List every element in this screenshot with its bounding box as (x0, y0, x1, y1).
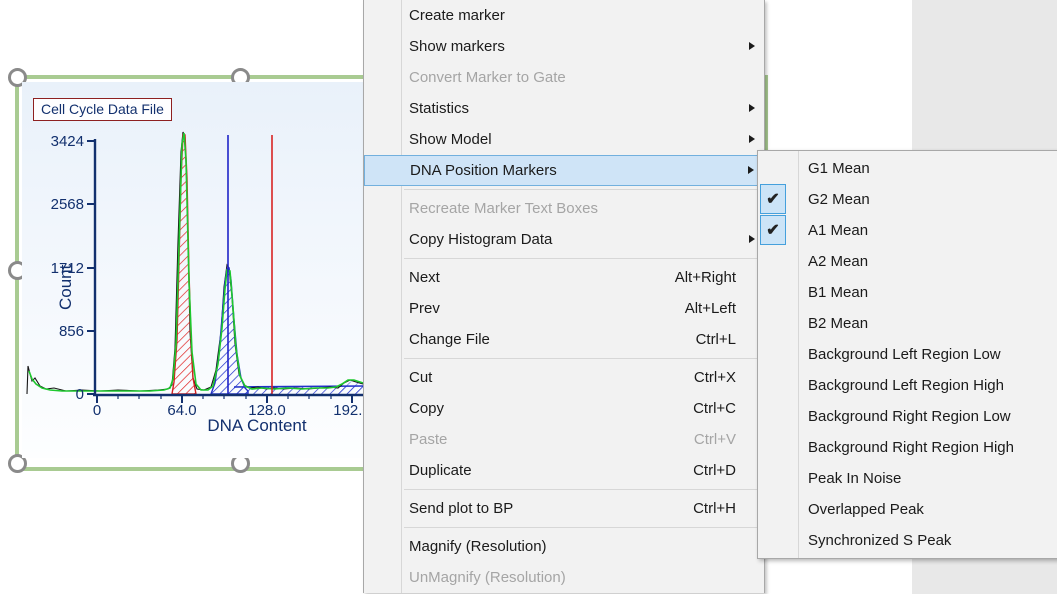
menu-item-show-markers[interactable]: Show markers (364, 31, 764, 62)
menu-item-copy[interactable]: CopyCtrl+C (364, 393, 764, 424)
menu-item-convert-marker-to-gate: Convert Marker to Gate (364, 62, 764, 93)
submenu-item-g1-mean[interactable]: G1 Mean (758, 153, 1057, 184)
x-tick-0: 0 (93, 402, 101, 419)
plot-title: Cell Cycle Data File (33, 98, 172, 121)
menu-separator (364, 486, 764, 493)
menu-item-send-plot-to-bp[interactable]: Send plot to BPCtrl+H (364, 493, 764, 524)
menu-item-duplicate[interactable]: DuplicateCtrl+D (364, 455, 764, 486)
submenu-item-b1-mean[interactable]: B1 Mean (758, 277, 1057, 308)
submenu-item-peak-in-noise[interactable]: Peak In Noise (758, 463, 1057, 494)
shortcut-label: Ctrl+X (694, 369, 736, 386)
shortcut-label: Ctrl+H (693, 500, 736, 517)
submenu-item-background-left-region-high[interactable]: Background Left Region High (758, 370, 1057, 401)
menu-item-recreate-marker-text-boxes: Recreate Marker Text Boxes (364, 193, 764, 224)
menu-item-magnify-resolution[interactable]: Magnify (Resolution) (364, 531, 764, 562)
menu-separator (364, 355, 764, 362)
shortcut-label: Ctrl+V (694, 431, 736, 448)
y-tick-856: 856 (38, 323, 84, 340)
menu-item-create-marker[interactable]: Create marker (364, 0, 764, 31)
app-canvas: Cell Cycle Data File Count DNA Content 3… (0, 0, 1057, 594)
y-tick-0: 0 (38, 386, 84, 403)
shortcut-label: Alt+Right (675, 269, 736, 286)
menu-item-next[interactable]: NextAlt+Right (364, 262, 764, 293)
x-tick-64: 64.0 (167, 402, 196, 419)
menu-item-copy-histogram-data[interactable]: Copy Histogram Data (364, 224, 764, 255)
menu-item-paste: PasteCtrl+V (364, 424, 764, 455)
checkmark-icon: ✔ (760, 184, 786, 214)
menu-item-cut[interactable]: CutCtrl+X (364, 362, 764, 393)
menu-item-show-model[interactable]: Show Model (364, 124, 764, 155)
submenu-item-a1-mean[interactable]: ✔A1 Mean (758, 215, 1057, 246)
shortcut-label: Ctrl+D (693, 462, 736, 479)
submenu-arrow-icon (749, 104, 755, 112)
submenu-item-overlapped-peak[interactable]: Overlapped Peak (758, 494, 1057, 525)
menu-separator (364, 186, 764, 193)
x-tick-128: 128.0 (248, 402, 286, 419)
submenu-item-g2-mean[interactable]: ✔G2 Mean (758, 184, 1057, 215)
menu-item-dna-position-markers[interactable]: DNA Position Markers (364, 155, 764, 186)
submenu-item-synchronized-s-peak[interactable]: Synchronized S Peak (758, 525, 1057, 556)
submenu-arrow-icon (748, 166, 754, 174)
y-tick-1712: 1712 (38, 260, 84, 277)
submenu-arrow-icon (749, 135, 755, 143)
cell-cycle-histogram-plot[interactable]: Cell Cycle Data File Count DNA Content 3… (22, 82, 363, 458)
y-tick-3424: 3424 (38, 133, 84, 150)
submenu-item-background-right-region-low[interactable]: Background Right Region Low (758, 401, 1057, 432)
submenu-item-a2-mean[interactable]: A2 Mean (758, 246, 1057, 277)
menu-item-unmagnify-resolution: UnMagnify (Resolution) (364, 562, 764, 593)
dna-position-markers-submenu: G1 Mean ✔G2 Mean ✔A1 Mean A2 Mean B1 Mea… (757, 150, 1057, 559)
y-tick-2568: 2568 (38, 196, 84, 213)
shortcut-label: Ctrl+L (696, 331, 736, 348)
submenu-item-background-right-region-high[interactable]: Background Right Region High (758, 432, 1057, 463)
shortcut-label: Ctrl+C (693, 400, 736, 417)
context-menu: Create marker Show markers Convert Marke… (363, 0, 765, 593)
submenu-item-b2-mean[interactable]: B2 Mean (758, 308, 1057, 339)
menu-item-prev[interactable]: PrevAlt+Left (364, 293, 764, 324)
shortcut-label: Alt+Left (685, 300, 736, 317)
menu-separator (364, 524, 764, 531)
x-axis-label: DNA Content (162, 416, 352, 436)
submenu-arrow-icon (749, 42, 755, 50)
g2-peak-blue (211, 268, 248, 394)
submenu-arrow-icon (749, 235, 755, 243)
submenu-item-background-left-region-low[interactable]: Background Left Region Low (758, 339, 1057, 370)
menu-item-statistics[interactable]: Statistics (364, 93, 764, 124)
checkmark-icon: ✔ (760, 215, 786, 245)
menu-item-change-file[interactable]: Change FileCtrl+L (364, 324, 764, 355)
menu-separator (364, 255, 764, 262)
